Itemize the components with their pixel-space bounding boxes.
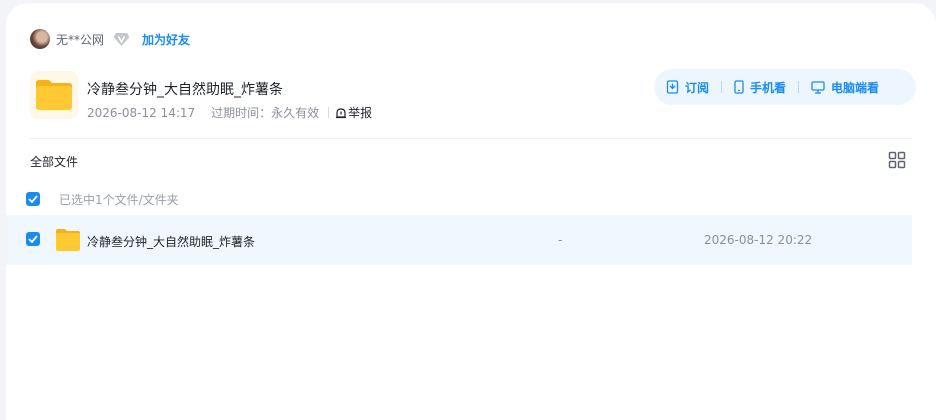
action-divider — [798, 81, 800, 93]
subscribe-icon — [666, 80, 679, 94]
expiry-label: 过期时间： — [211, 106, 272, 120]
phone-icon — [734, 80, 744, 94]
diamond-v-icon — [112, 31, 130, 47]
sharer-info: 无**公网 加为好友 — [30, 29, 190, 49]
share-action-bar: 订阅 手机看 电脑端看 — [654, 69, 916, 105]
action-divider — [721, 81, 723, 93]
select-all-checkbox[interactable] — [26, 192, 40, 206]
checkmark-icon — [28, 235, 38, 243]
report-button[interactable]: 举报 — [335, 104, 372, 121]
monitor-icon — [811, 80, 825, 94]
breadcrumb-all-files[interactable]: 全部文件 — [30, 153, 78, 170]
header-divider — [30, 138, 912, 139]
select-all-row: 已选中1个文件/文件夹 — [26, 191, 179, 207]
share-created-time: 2026-08-12 14:17 — [87, 105, 196, 120]
selection-count-text: 已选中1个文件/文件夹 — [59, 192, 179, 207]
file-size: - — [558, 233, 563, 247]
share-page-card: 无**公网 加为好友 冷静叁分钟_大自然助眠_炸薯条 2026-08-12 14… — [6, 3, 936, 420]
row-checkbox[interactable] — [26, 232, 40, 246]
desktop-view-button[interactable]: 电脑端看 — [811, 79, 879, 96]
desktop-view-label: 电脑端看 — [831, 80, 880, 95]
checkmark-icon — [28, 195, 38, 203]
meta-divider — [328, 107, 330, 118]
mobile-view-label: 手机看 — [750, 80, 787, 95]
subscribe-label: 订阅 — [685, 80, 710, 95]
table-row[interactable]: 冷静叁分钟_大自然助眠_炸薯条 - 2026-08-12 20:22 — [6, 215, 912, 265]
avatar[interactable] — [30, 29, 50, 49]
mobile-view-button[interactable]: 手机看 — [734, 79, 786, 96]
share-title: 冷静叁分钟_大自然助眠_炸薯条 — [87, 82, 283, 98]
expiry-value: 永久有效 — [271, 106, 320, 120]
report-label: 举报 — [348, 106, 373, 120]
share-meta: 2026-08-12 14:17 过期时间： 永久有效 举报 — [87, 104, 372, 121]
grid-view-icon[interactable] — [888, 151, 906, 169]
folder-icon — [55, 228, 81, 252]
file-modified-date: 2026-08-12 20:22 — [704, 233, 813, 247]
sharer-username: 无**公网 — [56, 32, 105, 47]
add-friend-link[interactable]: 加为好友 — [142, 31, 190, 48]
share-folder-icon — [30, 71, 78, 119]
file-name[interactable]: 冷静叁分钟_大自然助眠_炸薯条 — [87, 233, 255, 250]
report-icon — [336, 107, 347, 118]
subscribe-button[interactable]: 订阅 — [666, 79, 709, 96]
